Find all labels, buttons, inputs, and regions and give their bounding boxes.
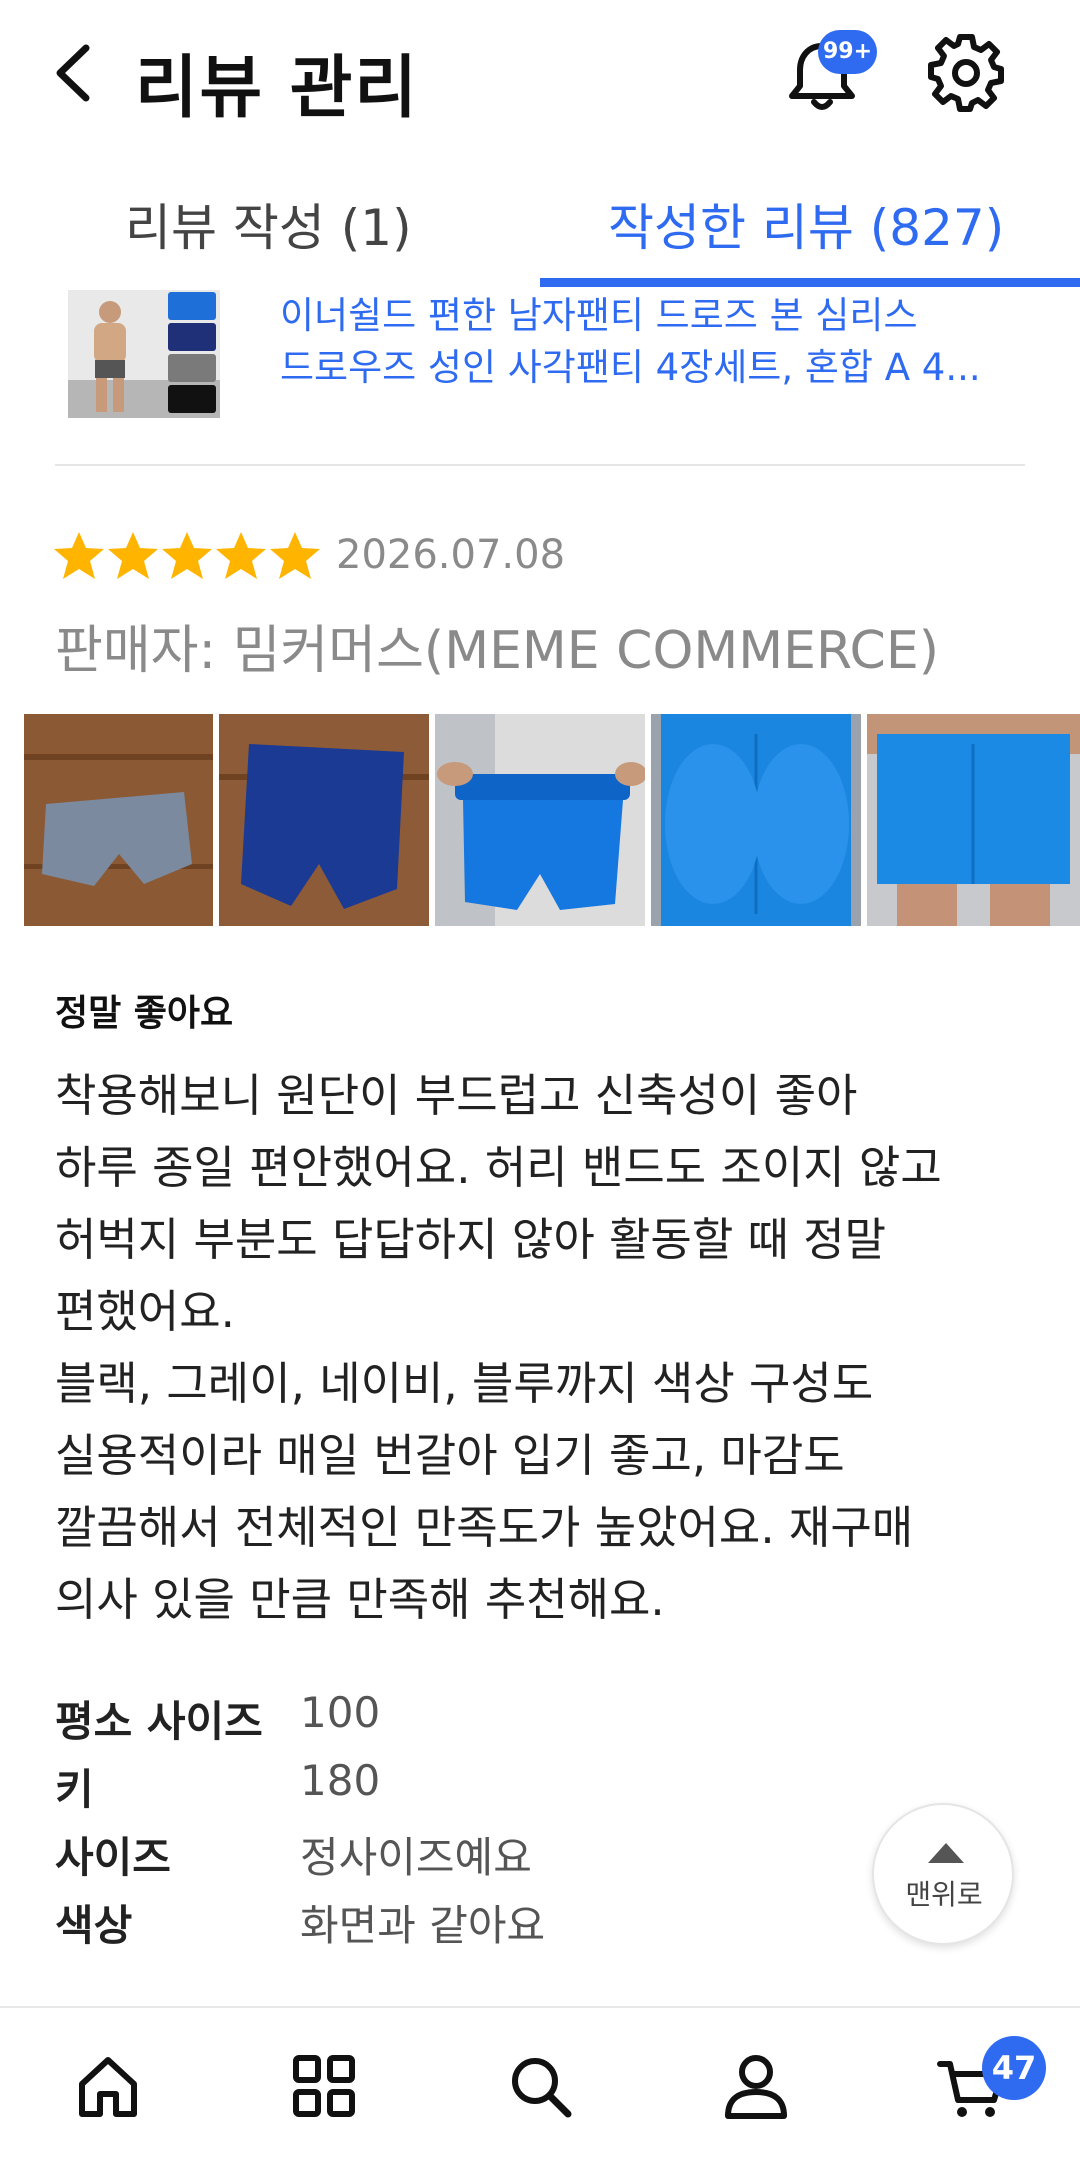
review-body-line: 편했어요. <box>55 1285 235 1338</box>
divider <box>55 464 1025 466</box>
profile-icon[interactable] <box>720 2050 792 2122</box>
bottom-navigation: 47 <box>0 2006 1080 2165</box>
notification-badge: 99+ <box>818 30 878 74</box>
spec-label: 평소 사이즈 <box>55 1697 263 1746</box>
star-icon <box>54 532 104 579</box>
review-tabs: 리뷰 작성 (1) 작성한 리뷰 (827) <box>0 170 1080 288</box>
scroll-to-top-label: 맨위로 <box>905 1878 983 1911</box>
search-icon[interactable] <box>504 2050 576 2122</box>
review-body-line: 의사 있을 만큼 만족해 추천해요. <box>55 1573 665 1626</box>
seller-name: 판매자: 밈커머스(MEME COMMERCE) <box>55 621 940 681</box>
cart-count-badge: 47 <box>982 2036 1046 2100</box>
spec-label: 사이즈 <box>55 1833 171 1882</box>
review-body-line: 블랙, 그레이, 네이비, 블루까지 색상 구성도 <box>55 1357 874 1410</box>
review-date: 2026.07.08 <box>336 532 566 578</box>
review-body-line: 실용적이라 매일 번갈아 입기 좋고, 마감도 <box>55 1429 845 1482</box>
active-tab-indicator <box>540 278 1080 287</box>
home-icon[interactable] <box>72 2050 144 2122</box>
scroll-to-top-button[interactable]: 맨위로 <box>872 1803 1014 1945</box>
gear-icon[interactable] <box>925 32 1007 114</box>
review-photo[interactable] <box>651 714 861 926</box>
review-photo[interactable] <box>24 714 213 926</box>
review-specs: 평소 사이즈 100 키 180 사이즈 정사이즈예요 색상 화면과 같아요 <box>55 1680 875 1952</box>
product-thumbnail <box>68 290 220 418</box>
star-icon <box>162 532 212 579</box>
star-icon <box>270 532 320 579</box>
spec-value: 화면과 같아요 <box>300 1901 546 1950</box>
grid-menu-icon[interactable] <box>288 2050 360 2122</box>
star-icon <box>216 532 266 579</box>
chevron-left-icon[interactable] <box>48 38 98 108</box>
star-rating <box>52 530 322 582</box>
spec-label: 색상 <box>55 1901 133 1950</box>
spec-value: 정사이즈예요 <box>300 1833 532 1882</box>
review-body-line: 착용해보니 원단이 부드럽고 신축성이 좋아 <box>55 1069 858 1122</box>
page-title: 리뷰 관리 <box>135 49 419 128</box>
spec-value: 100 <box>300 1688 381 1737</box>
app-header: 리뷰 관리 99+ <box>0 0 1080 150</box>
spec-label: 키 <box>55 1765 94 1814</box>
tab-write-review[interactable]: 리뷰 작성 (1) <box>125 188 412 260</box>
product-item[interactable]: 이너쉴드 편한 남자팬티 드로즈 본 심리스 드로우즈 성인 사각팬티 4장세트… <box>0 290 1080 430</box>
product-name-line-1: 이너쉴드 편한 남자팬티 드로즈 본 심리스 <box>280 294 918 337</box>
review-body: 착용해보니 원단이 부드럽고 신축성이 좋아 하루 종일 편안했어요. 허리 밴… <box>55 1060 1035 1636</box>
review-photos <box>24 714 1080 926</box>
spec-row-color: 색상 화면과 같아요 <box>55 1884 875 1952</box>
review-body-line: 허벅지 부분도 답답하지 않아 활동할 때 정말 <box>55 1213 887 1266</box>
spec-row-usual-size: 평소 사이즈 100 <box>55 1680 875 1748</box>
review-photo[interactable] <box>435 714 645 926</box>
review-title: 정말 좋아요 <box>55 993 234 1034</box>
review-body-line: 깔끔해서 전체적인 만족도가 높았어요. 재구매 <box>55 1501 914 1554</box>
spec-value: 180 <box>300 1756 381 1805</box>
arrow-up-icon <box>928 1843 964 1863</box>
review-photo[interactable] <box>219 714 429 926</box>
review-body-line: 하루 종일 편안했어요. 허리 밴드도 조이지 않고 <box>55 1141 942 1194</box>
review-photo[interactable] <box>867 714 1080 926</box>
spec-row-height: 키 180 <box>55 1748 875 1816</box>
tab-written-reviews[interactable]: 작성한 리뷰 (827) <box>608 188 1004 260</box>
product-name-line-2: 드로우즈 성인 사각팬티 4장세트, 혼합 A 4... <box>280 346 981 389</box>
product-name[interactable]: 이너쉴드 편한 남자팬티 드로즈 본 심리스 드로우즈 성인 사각팬티 4장세트… <box>280 290 1020 394</box>
spec-row-size: 사이즈 정사이즈예요 <box>55 1816 875 1884</box>
star-icon <box>108 532 158 579</box>
